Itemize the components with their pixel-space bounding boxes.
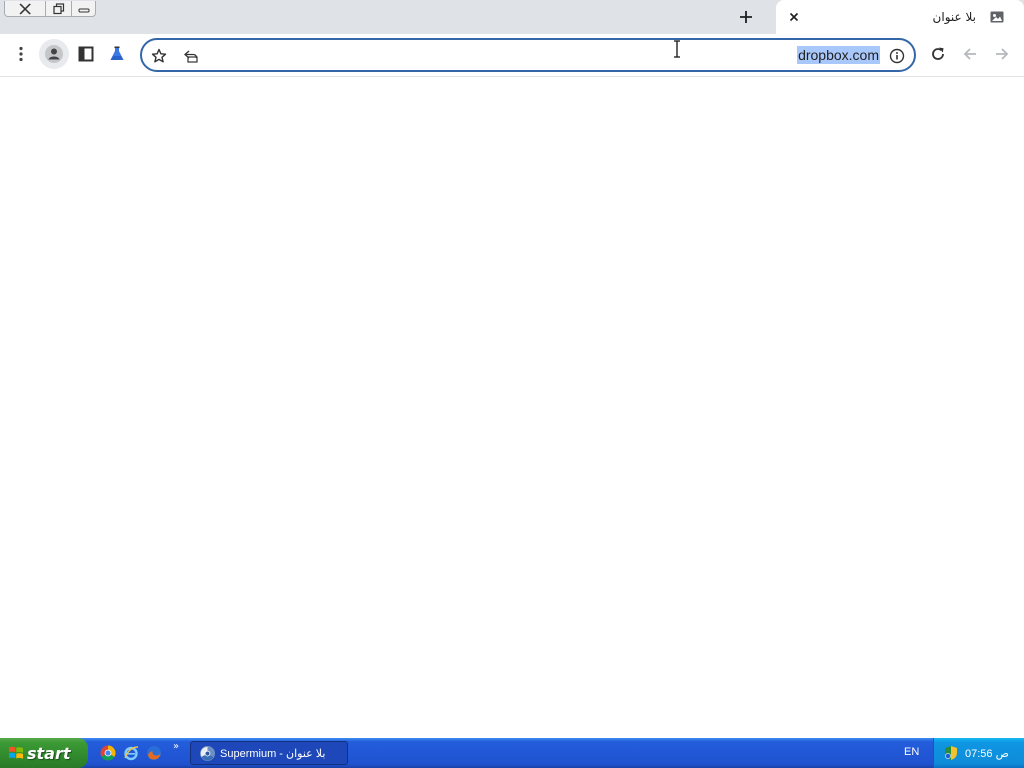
clock[interactable]: 07:56 ص <box>965 747 1009 760</box>
star-icon <box>151 48 167 63</box>
taskbar-window-button[interactable]: Supermium - بلا عنوان <box>190 741 348 765</box>
back-button[interactable] <box>955 39 985 69</box>
chrome-icon[interactable] <box>100 745 116 761</box>
start-label: start <box>27 743 71 763</box>
forward-arrow-icon <box>996 48 1009 60</box>
quick-launch-more[interactable]: » <box>173 741 179 752</box>
internet-explorer-icon[interactable] <box>123 745 139 761</box>
tab-favicon-icon <box>990 11 1004 23</box>
windows-logo-icon <box>9 746 23 759</box>
language-indicator[interactable]: EN <box>904 746 919 758</box>
menu-button[interactable] <box>6 39 36 69</box>
tab-title: بلا عنوان <box>932 10 976 24</box>
taskbar-window-label: Supermium - بلا عنوان <box>220 747 326 760</box>
reload-icon <box>932 47 944 60</box>
supermium-icon <box>200 745 215 761</box>
start-button[interactable]: start <box>0 738 88 768</box>
plus-icon <box>740 11 752 23</box>
close-icon <box>19 3 32 14</box>
taskbar: start » Supermium - بلا عنوان EN 07:56 ص <box>0 738 1024 768</box>
restore-icon <box>52 2 64 14</box>
labs-button[interactable] <box>102 39 132 69</box>
back-arrow-icon <box>963 48 976 60</box>
bookmark-button[interactable] <box>147 44 171 68</box>
system-tray: 07:56 ص <box>933 738 1024 768</box>
share-button[interactable] <box>179 44 203 68</box>
reload-button[interactable] <box>923 39 953 69</box>
info-icon <box>889 48 905 64</box>
labs-flask-icon <box>110 46 124 60</box>
page-content[interactable] <box>0 77 1024 738</box>
window-close-button[interactable] <box>4 1 46 17</box>
tab-untitled[interactable]: بلا عنوان <box>776 0 1024 34</box>
security-shield-icon[interactable] <box>943 745 959 761</box>
share-icon <box>184 50 198 63</box>
new-tab-button[interactable] <box>734 5 758 29</box>
text-cursor-icon <box>674 40 680 58</box>
kebab-menu-icon <box>19 46 23 62</box>
tab-strip: بلا عنوان <box>0 0 1024 34</box>
side-panel-button[interactable] <box>71 39 101 69</box>
minimize-icon <box>78 8 89 12</box>
profile-icon <box>45 45 63 63</box>
tab-close-button[interactable] <box>784 7 804 27</box>
profile-button[interactable] <box>39 39 69 69</box>
url-text[interactable]: dropbox.com <box>797 46 880 64</box>
window-restore-button[interactable] <box>46 1 72 17</box>
close-icon <box>789 12 799 22</box>
firefox-icon[interactable] <box>146 745 162 761</box>
window-minimize-button[interactable] <box>72 1 96 17</box>
site-info-button[interactable] <box>885 44 909 68</box>
browser-toolbar: dropbox.com <box>0 34 1024 77</box>
address-bar[interactable]: dropbox.com <box>140 38 916 72</box>
forward-button[interactable] <box>987 39 1017 69</box>
side-panel-icon <box>78 46 94 62</box>
